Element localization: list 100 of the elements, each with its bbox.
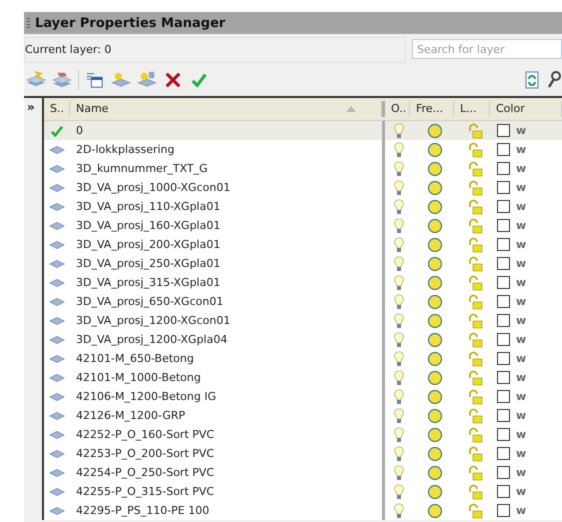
layer-row[interactable]: 3D_VA_prosj_110-XGpla01 w <box>44 197 562 216</box>
layer-row[interactable]: 42255-P_O_315-Sort PVC w <box>44 482 562 501</box>
lightbulb-icon[interactable] <box>394 160 404 176</box>
color-swatch[interactable] <box>497 390 510 403</box>
lightbulb-icon[interactable] <box>394 426 404 442</box>
lock-icon[interactable] <box>467 388 483 404</box>
lightbulb-icon[interactable] <box>394 464 404 480</box>
layer-row[interactable]: 3D_kumnummer_TXT_G w <box>44 159 562 178</box>
expand-toggle[interactable]: » <box>24 98 38 116</box>
layer-stack-icon[interactable] <box>52 71 72 89</box>
lightbulb-icon[interactable] <box>394 180 404 196</box>
layer-row[interactable]: 0 w <box>44 121 562 140</box>
layer-row[interactable]: 42254-P_O_250-Sort PVC w <box>44 463 562 482</box>
color-swatch[interactable] <box>497 276 510 289</box>
color-swatch[interactable] <box>497 219 510 232</box>
lightbulb-icon[interactable] <box>394 236 404 252</box>
new-layer-icon[interactable] <box>111 71 131 89</box>
color-swatch[interactable] <box>497 143 510 156</box>
lightbulb-icon[interactable] <box>394 122 404 138</box>
lightbulb-icon[interactable] <box>394 294 404 310</box>
color-swatch[interactable] <box>497 314 510 327</box>
color-swatch[interactable] <box>497 333 510 346</box>
sun-icon[interactable] <box>427 274 443 290</box>
color-swatch[interactable] <box>497 466 510 479</box>
color-swatch[interactable] <box>497 409 510 422</box>
layer-row[interactable]: 3D_VA_prosj_1200-XGpla04 w <box>44 330 562 349</box>
color-swatch[interactable] <box>497 371 510 384</box>
sun-icon[interactable] <box>427 160 443 176</box>
sun-icon[interactable] <box>427 502 443 518</box>
check-icon[interactable] <box>189 71 209 89</box>
sun-icon[interactable] <box>427 350 443 366</box>
color-swatch[interactable] <box>497 257 510 270</box>
layer-row[interactable]: 3D_VA_prosj_1200-XGcon01 w <box>44 311 562 330</box>
sun-icon[interactable] <box>427 464 443 480</box>
lightbulb-icon[interactable] <box>394 198 404 214</box>
lock-icon[interactable] <box>467 180 483 196</box>
column-header[interactable]: Color <box>490 101 562 117</box>
lock-icon[interactable] <box>467 312 483 328</box>
color-swatch[interactable] <box>497 447 510 460</box>
delete-icon[interactable] <box>163 71 183 89</box>
sun-icon[interactable] <box>427 312 443 328</box>
lightbulb-icon[interactable] <box>394 446 404 462</box>
layer-row[interactable]: 42101-M_650-Betong w <box>44 349 562 368</box>
layer-row[interactable]: 42253-P_O_200-Sort PVC w <box>44 444 562 463</box>
layer-row[interactable]: 3D_VA_prosj_650-XGcon01 w <box>44 292 562 311</box>
lightbulb-icon[interactable] <box>394 274 404 290</box>
refresh-icon[interactable] <box>524 71 540 89</box>
sun-icon[interactable] <box>427 332 443 348</box>
search-field[interactable]: Search for layer <box>412 39 562 59</box>
color-swatch[interactable] <box>497 295 510 308</box>
layer-row[interactable]: 42126-M_1200-GRP w <box>44 406 562 425</box>
lock-icon[interactable] <box>467 484 483 500</box>
layer-row[interactable]: 42106-M_1200-Betong IG w <box>44 387 562 406</box>
color-swatch[interactable] <box>497 485 510 498</box>
layer-row[interactable]: 3D_VA_prosj_160-XGpla01 w <box>44 216 562 235</box>
sun-icon[interactable] <box>427 198 443 214</box>
column-header[interactable]: S.. <box>44 101 70 117</box>
sun-icon[interactable] <box>427 446 443 462</box>
lightbulb-icon[interactable] <box>394 332 404 348</box>
lock-icon[interactable] <box>467 446 483 462</box>
layer-row[interactable]: 2D-lokkplassering w <box>44 140 562 159</box>
lock-icon[interactable] <box>467 274 483 290</box>
lightbulb-icon[interactable] <box>394 350 404 366</box>
lock-icon[interactable] <box>467 160 483 176</box>
lock-icon[interactable] <box>467 426 483 442</box>
color-swatch[interactable] <box>497 124 510 137</box>
lock-icon[interactable] <box>467 256 483 272</box>
new-layer-icon[interactable] <box>137 71 157 89</box>
layer-window-icon[interactable] <box>85 71 105 89</box>
layer-row[interactable]: 3D_VA_prosj_200-XGpla01 w <box>44 235 562 254</box>
sun-icon[interactable] <box>427 256 443 272</box>
color-swatch[interactable] <box>497 504 510 517</box>
lock-icon[interactable] <box>467 218 483 234</box>
layer-row[interactable]: 3D_VA_prosj_1000-XGcon01 w <box>44 178 562 197</box>
sun-icon[interactable] <box>427 484 443 500</box>
lock-icon[interactable] <box>467 408 483 424</box>
sun-icon[interactable] <box>427 180 443 196</box>
lock-icon[interactable] <box>467 464 483 480</box>
color-swatch[interactable] <box>497 162 510 175</box>
sun-icon[interactable] <box>427 388 443 404</box>
grip-icon[interactable] <box>27 18 30 28</box>
lock-icon[interactable] <box>467 294 483 310</box>
lightbulb-icon[interactable] <box>394 370 404 386</box>
lock-icon[interactable] <box>467 370 483 386</box>
lightbulb-icon[interactable] <box>394 388 404 404</box>
lightbulb-icon[interactable] <box>394 256 404 272</box>
layer-row[interactable]: 42252-P_O_160-Sort PVC w <box>44 425 562 444</box>
layer-row[interactable]: 3D_VA_prosj_315-XGpla01 w <box>44 273 562 292</box>
lightbulb-icon[interactable] <box>394 408 404 424</box>
column-header[interactable]: Fre... <box>410 101 454 117</box>
sun-icon[interactable] <box>427 218 443 234</box>
lock-icon[interactable] <box>467 236 483 252</box>
lightbulb-icon[interactable] <box>394 312 404 328</box>
layer-row[interactable]: 42101-M_1000-Betong w <box>44 368 562 387</box>
color-swatch[interactable] <box>497 238 510 251</box>
color-swatch[interactable] <box>497 428 510 441</box>
sun-icon[interactable] <box>427 408 443 424</box>
lightbulb-icon[interactable] <box>394 142 404 158</box>
lock-icon[interactable] <box>467 198 483 214</box>
lock-icon[interactable] <box>467 142 483 158</box>
